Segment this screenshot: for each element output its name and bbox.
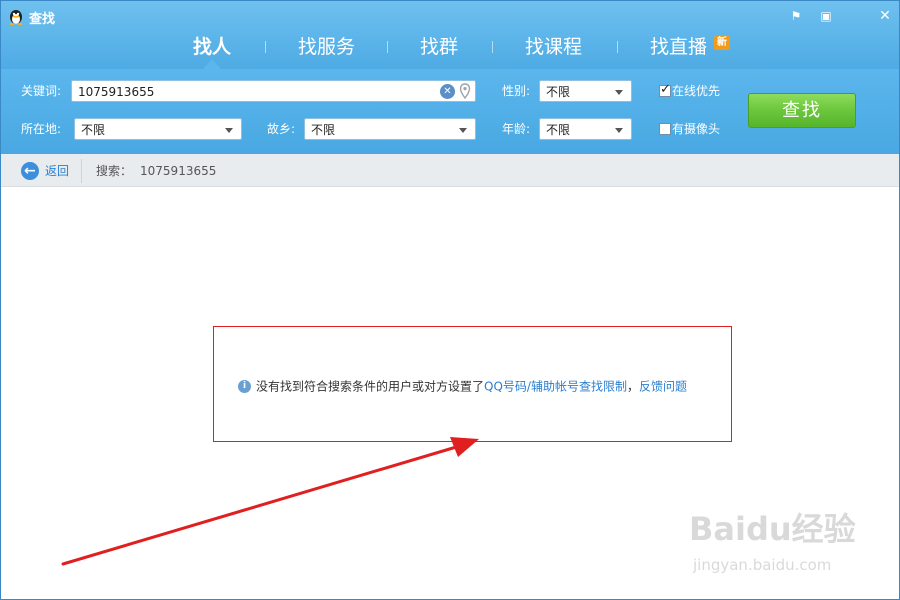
- restriction-link[interactable]: QQ号码/辅助帐号查找限制: [484, 380, 627, 394]
- chevron-down-icon: [615, 128, 623, 133]
- hometown-label: 故乡:: [267, 122, 296, 136]
- tab-find-services[interactable]: 找服务: [298, 33, 355, 63]
- tab-divider: [387, 41, 388, 53]
- has-camera-label: 有摄像头: [672, 122, 721, 136]
- keyword-input[interactable]: 1075913655 ✕: [71, 80, 476, 102]
- gender-select[interactable]: 不限: [539, 80, 632, 102]
- active-tab-pointer: [203, 59, 221, 69]
- new-badge: 新: [714, 36, 730, 50]
- header: 查找 ⚑ ▣ ✕ 找人 找服务 找群 找课程 找直播 新 关键词: 107591…: [1, 1, 899, 154]
- age-label: 年龄:: [502, 122, 531, 136]
- tab-divider: [492, 41, 493, 53]
- has-camera-checkbox[interactable]: [659, 123, 671, 135]
- watermark-url: jingyan.baidu.com: [693, 556, 832, 574]
- tab-find-live[interactable]: 找直播: [650, 33, 707, 63]
- location-value: 不限: [81, 123, 106, 137]
- clear-icon[interactable]: ✕: [440, 84, 455, 99]
- filter-panel: 关键词: 1075913655 ✕ 性别: 不限 ✓ 在线优先 所在地: 不限: [1, 69, 899, 154]
- close-icon[interactable]: ✕: [877, 9, 893, 23]
- back-arrow-icon[interactable]: ←: [21, 162, 39, 180]
- no-result-message: i 没有找到符合搜索条件的用户或对方设置了QQ号码/辅助帐号查找限制，反馈问题: [238, 377, 687, 395]
- tab-divider: [617, 41, 618, 53]
- search-button[interactable]: 查找: [748, 93, 856, 128]
- title-bar: 查找 ⚑ ▣ ✕: [1, 1, 899, 31]
- keyword-label: 关键词:: [21, 84, 62, 98]
- result-navbar: ← 返回 搜索： 1075913655: [1, 154, 899, 187]
- feedback-link[interactable]: 反馈问题: [639, 380, 687, 394]
- hometown-value: 不限: [311, 123, 336, 137]
- location-label: 所在地:: [21, 122, 62, 136]
- no-result-text: 没有找到符合搜索条件的用户或对方设置了: [256, 379, 485, 394]
- window-title: 查找: [29, 12, 56, 27]
- separator: ，: [626, 379, 639, 394]
- tab-find-groups[interactable]: 找群: [420, 33, 458, 63]
- age-select[interactable]: 不限: [539, 118, 632, 140]
- minimize-icon[interactable]: ▣: [818, 9, 834, 23]
- age-value: 不限: [546, 123, 571, 137]
- gender-value: 不限: [546, 85, 571, 99]
- back-link[interactable]: 返回: [45, 162, 69, 180]
- keyword-value: 1075913655: [78, 85, 155, 99]
- online-first-label: 在线优先: [672, 84, 721, 98]
- nav-divider: [81, 159, 82, 183]
- location-pin-icon[interactable]: [459, 83, 471, 100]
- search-summary: 搜索： 1075913655: [96, 162, 216, 180]
- gender-label: 性别:: [502, 84, 531, 98]
- qq-penguin-icon: [9, 10, 23, 25]
- search-summary-label: 搜索：: [96, 164, 133, 178]
- checkmark-icon: ✓: [660, 82, 671, 97]
- feedback-icon[interactable]: ⚑: [788, 9, 804, 23]
- tab-find-courses[interactable]: 找课程: [525, 33, 582, 63]
- info-icon: i: [238, 380, 251, 393]
- chevron-down-icon: [225, 128, 233, 133]
- chevron-down-icon: [615, 90, 623, 95]
- chevron-down-icon: [459, 128, 467, 133]
- tab-divider: [265, 41, 266, 53]
- online-first-checkbox[interactable]: ✓: [659, 82, 671, 97]
- hometown-select[interactable]: 不限: [304, 118, 476, 140]
- watermark-logo: Baidu经验: [689, 510, 856, 548]
- baidu-watermark: Baidu经验 jingyan.baidu.com: [689, 504, 864, 584]
- search-window: 查找 ⚑ ▣ ✕ 找人 找服务 找群 找课程 找直播 新 关键词: 107591…: [0, 0, 900, 600]
- tab-bar: 找人 找服务 找群 找课程 找直播: [1, 31, 899, 69]
- search-summary-value: 1075913655: [140, 164, 217, 178]
- location-select[interactable]: 不限: [74, 118, 242, 140]
